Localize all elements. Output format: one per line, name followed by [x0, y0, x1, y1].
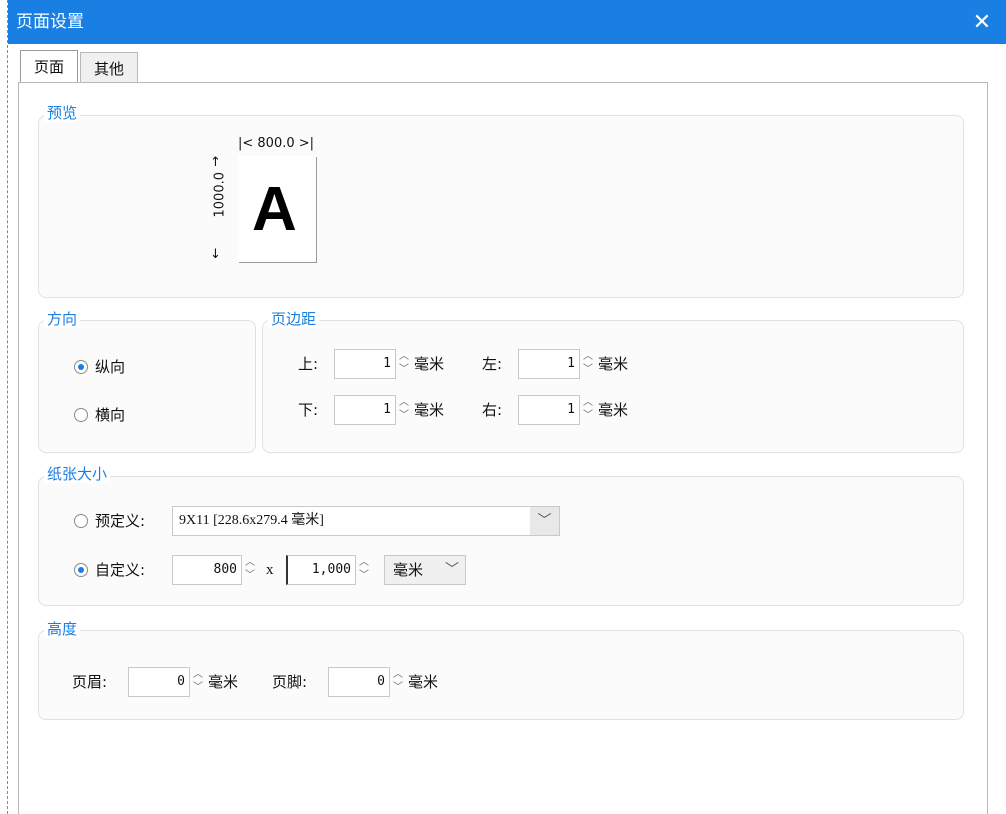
header-input[interactable]: 0	[128, 667, 190, 697]
landscape-label: 横向	[95, 406, 126, 424]
orientation-group	[38, 320, 256, 453]
margin-right-input[interactable]: 1	[518, 395, 580, 425]
custom-unit-value: 毫米	[393, 561, 424, 579]
footer-spinner[interactable]: ︿ ﹀	[390, 668, 406, 696]
chevron-down-icon[interactable]: ﹀	[530, 507, 559, 535]
margin-left-spinner[interactable]: ︿ ﹀	[580, 350, 596, 378]
custom-height-spinner[interactable]: ︿ ﹀	[356, 556, 372, 584]
radio-portrait[interactable]	[74, 360, 88, 374]
preview-sample-letter: A	[252, 175, 297, 244]
margin-bottom-label: 下:	[298, 401, 319, 419]
margin-top-input[interactable]: 1	[334, 349, 396, 379]
margin-left-label: 左:	[482, 355, 503, 373]
paper-size-group	[38, 476, 964, 606]
margin-bottom-input[interactable]: 1	[334, 395, 396, 425]
margin-top-label: 上:	[298, 355, 319, 373]
tab-other[interactable]: 其他	[80, 52, 138, 83]
chevron-down-icon[interactable]: ﹀	[440, 556, 464, 584]
tab-other-label: 其他	[93, 59, 124, 78]
preview-height-label: 1000.0	[212, 172, 228, 218]
header-unit: 毫米	[208, 673, 239, 691]
radio-landscape[interactable]	[74, 408, 88, 422]
predefined-size-select[interactable]: 9X11 [228.6x279.4 毫米]	[172, 506, 560, 536]
preview-group-title: 预览	[44, 104, 81, 122]
margin-left-unit: 毫米	[598, 355, 629, 373]
footer-unit: 毫米	[408, 673, 439, 691]
margin-right-spinner[interactable]: ︿ ﹀	[580, 396, 596, 424]
margin-top-unit: 毫米	[414, 355, 445, 373]
height-arrow-up-icon: ↑	[210, 155, 221, 170]
orientation-group-title: 方向	[44, 310, 81, 328]
predefined-size-value: 9X11 [228.6x279.4 毫米]	[179, 513, 324, 528]
predefined-label: 预定义:	[95, 512, 146, 530]
tab-page[interactable]: 页面	[20, 50, 78, 82]
margin-bottom-spinner[interactable]: ︿ ﹀	[396, 396, 412, 424]
size-separator: x	[266, 562, 274, 578]
tab-page-label: 页面	[33, 58, 64, 76]
custom-width-input[interactable]: 800	[172, 555, 242, 585]
height-arrow-down-icon: ↓	[210, 247, 221, 262]
preview-group	[38, 115, 964, 298]
radio-predefined[interactable]	[74, 514, 88, 528]
window-title: 页面设置	[16, 12, 84, 32]
margins-group	[262, 320, 964, 453]
margin-right-unit: 毫米	[598, 401, 629, 419]
custom-label: 自定义:	[95, 561, 146, 579]
close-icon: ✕	[972, 9, 992, 35]
portrait-label: 纵向	[95, 358, 126, 376]
custom-width-spinner[interactable]: ︿ ﹀	[242, 556, 258, 584]
window-left-edge	[0, 0, 8, 814]
margins-group-title: 页边距	[268, 310, 320, 328]
height-group-title: 高度	[44, 620, 81, 638]
paper-size-group-title: 纸张大小	[44, 465, 111, 483]
header-spinner[interactable]: ︿ ﹀	[190, 668, 206, 696]
custom-height-input[interactable]: 1,000	[286, 555, 356, 585]
title-bar: 页面设置 ✕	[8, 0, 1006, 44]
header-label: 页眉:	[72, 673, 108, 691]
close-button[interactable]: ✕	[958, 0, 1006, 44]
margin-right-label: 右:	[482, 401, 503, 419]
radio-custom[interactable]	[74, 563, 88, 577]
margin-top-spinner[interactable]: ︿ ﹀	[396, 350, 412, 378]
footer-input[interactable]: 0	[328, 667, 390, 697]
margin-left-input[interactable]: 1	[518, 349, 580, 379]
preview-width-label: |< 800.0 >|	[238, 136, 315, 151]
margin-bottom-unit: 毫米	[414, 401, 445, 419]
footer-label: 页脚:	[272, 673, 308, 691]
